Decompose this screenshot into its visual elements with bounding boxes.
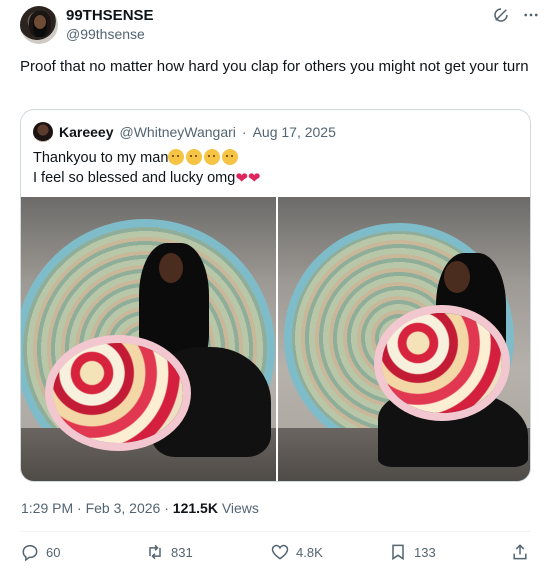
red-heart-emoji: ❤ bbox=[235, 170, 248, 187]
timestamp-separator-2: · bbox=[164, 500, 169, 516]
like-count: 4.8K bbox=[296, 544, 323, 560]
quoted-line-2: I feel so blessed and lucky omg bbox=[33, 170, 236, 186]
tweet-date[interactable]: Feb 3, 2026 bbox=[86, 500, 161, 516]
author-avatar[interactable] bbox=[20, 6, 58, 44]
tweet-actions: 60 831 4.8K 133 bbox=[20, 542, 531, 566]
quoted-separator: · bbox=[241, 124, 247, 140]
bookmark-count: 133 bbox=[414, 544, 436, 560]
quoted-media bbox=[21, 197, 530, 481]
more-icon[interactable] bbox=[522, 6, 540, 24]
tweet-timestamp: 1:29 PM · Feb 3, 2026 · 121.5K Views bbox=[21, 500, 259, 516]
tweet-time[interactable]: 1:29 PM bbox=[21, 500, 73, 516]
smiling-face-with-tear-emoji bbox=[186, 149, 203, 165]
media-photo-1[interactable] bbox=[21, 197, 276, 481]
divider bbox=[20, 531, 531, 532]
smiling-face-with-tear-emoji bbox=[168, 149, 185, 165]
reply-icon bbox=[20, 542, 40, 562]
media-photo-2[interactable] bbox=[277, 197, 530, 481]
tweet-header: 99THSENSE @99thsense bbox=[20, 6, 540, 46]
repost-count: 831 bbox=[171, 544, 193, 560]
bookmark-icon bbox=[388, 542, 408, 562]
reply-button[interactable]: 60 bbox=[20, 542, 60, 562]
quoted-date: Aug 17, 2025 bbox=[252, 124, 336, 140]
timestamp-separator-1: · bbox=[77, 500, 82, 516]
share-button[interactable] bbox=[510, 542, 530, 562]
share-icon bbox=[510, 542, 530, 562]
like-icon bbox=[270, 542, 290, 562]
quoted-line-1: Thankyou to my man bbox=[33, 150, 169, 166]
author-handle[interactable]: @99thsense bbox=[66, 26, 145, 42]
quoted-author-avatar bbox=[33, 122, 53, 142]
tweet-text: Proof that no matter how hard you clap f… bbox=[20, 58, 529, 75]
smiling-face-with-tear-emoji bbox=[204, 149, 221, 165]
grok-icon[interactable] bbox=[492, 6, 510, 24]
author-display-name[interactable]: 99THSENSE bbox=[66, 7, 154, 24]
like-button[interactable]: 4.8K bbox=[270, 542, 323, 562]
repost-button[interactable]: 831 bbox=[145, 542, 193, 562]
repost-icon bbox=[145, 542, 165, 562]
quoted-author-handle: @WhitneyWangari bbox=[119, 124, 236, 140]
views-count: 121.5K bbox=[172, 500, 218, 516]
quoted-tweet-header: Kareeey @WhitneyWangari · Aug 17, 2025 bbox=[33, 122, 336, 142]
smiling-face-with-tear-emoji bbox=[222, 149, 239, 165]
bookmark-button[interactable]: 133 bbox=[388, 542, 436, 562]
quoted-tweet[interactable]: Kareeey @WhitneyWangari · Aug 17, 2025 T… bbox=[20, 109, 531, 482]
quoted-author-name: Kareeey bbox=[59, 124, 114, 140]
quoted-tweet-text: Thankyou to my man I feel so blessed and… bbox=[33, 148, 260, 189]
views-label: Views bbox=[221, 500, 259, 516]
red-heart-emoji: ❤ bbox=[247, 170, 261, 187]
reply-count: 60 bbox=[46, 544, 61, 560]
